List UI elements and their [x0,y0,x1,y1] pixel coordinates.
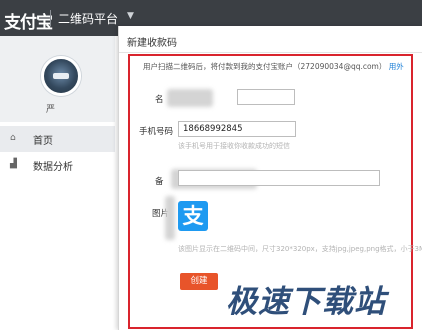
dialog-divider [119,52,422,53]
avatar[interactable] [41,56,81,96]
redacted-block [167,89,213,107]
sidebar-item-label: 数据分析 [33,162,73,173]
notice-link[interactable]: 用外 [389,62,404,71]
bar-chart-icon: ▟ [10,159,17,169]
notice-text: 用户扫描二维码后，将付款到我的支付宝账户（272090034@qq.com） [143,62,387,71]
platform-title[interactable]: 二维码平台 [58,10,118,27]
sidebar: 严 ⌂ 首页 ▟ 数据分析 [0,36,115,330]
alipay-logo[interactable]: 支付宝 [4,8,53,33]
profile-panel: 严 [0,36,115,122]
remark-label: 备 [155,177,164,187]
phone-hint: 该手机号用于接收你收款成功的短信 [178,142,290,150]
image-hint: 该图片显示在二维码中间，尺寸320*320px，支持jpg,jpeg,png格式… [178,245,422,253]
alipay-logo-icon[interactable]: 支 [178,201,208,231]
home-icon: ⌂ [10,133,16,143]
sidebar-item-data-analysis[interactable]: ▟ 数据分析 [0,152,115,178]
dialog-title: 新建收款码 [127,38,177,49]
payment-notice: 用户扫描二维码后，将付款到我的支付宝账户（272090034@qq.com） 用… [143,61,404,72]
name-field[interactable] [237,89,295,105]
name-label: 名 [155,95,164,105]
sidebar-item-label: 首页 [33,136,53,147]
site-watermark: 极速下载站 [226,284,386,320]
phone-label: 手机号码 [139,127,174,137]
redacted-block [165,196,175,240]
topbar-divider [50,10,51,26]
phone-field[interactable]: 18668992845 [178,121,296,137]
remark-field[interactable] [178,170,380,186]
chevron-down-icon[interactable]: ▼ [127,11,134,21]
create-button[interactable]: 创建 [180,273,218,290]
username: 严 [46,105,56,115]
sidebar-item-home[interactable]: ⌂ 首页 [0,126,115,152]
